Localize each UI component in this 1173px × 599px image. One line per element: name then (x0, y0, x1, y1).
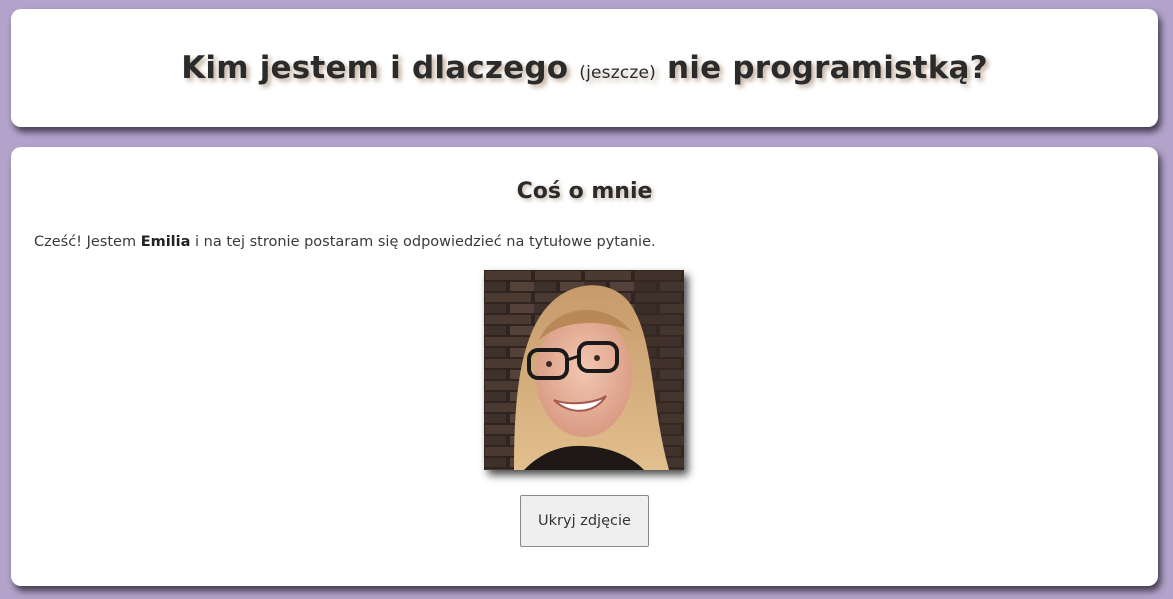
intro-name: Emilia (140, 234, 191, 250)
intro-text-before: Cześć! Jestem (34, 234, 141, 250)
intro-text-after: i na tej stronie postaram się odpowiedzi… (190, 234, 656, 250)
page-title: Kim jestem i dlaczego (jeszcze) nie prog… (181, 50, 988, 86)
page-title-small: (jeszcze) (579, 63, 657, 83)
section-heading: Coś o mnie (516, 179, 653, 204)
page-title-part1: Kim jestem i dlaczego (181, 50, 580, 86)
about-card: Coś o mnie Cześć! Jestem Emilia i na tej… (11, 147, 1158, 586)
header-card: Kim jestem i dlaczego (jeszcze) nie prog… (11, 9, 1158, 127)
hide-photo-button[interactable]: Ukryj zdjęcie (520, 495, 649, 547)
profile-photo (484, 270, 684, 470)
intro-text: Cześć! Jestem Emilia i na tej stronie po… (34, 234, 656, 250)
page-title-part2: nie programistką? (656, 50, 988, 86)
profile-photo-image (484, 270, 684, 470)
